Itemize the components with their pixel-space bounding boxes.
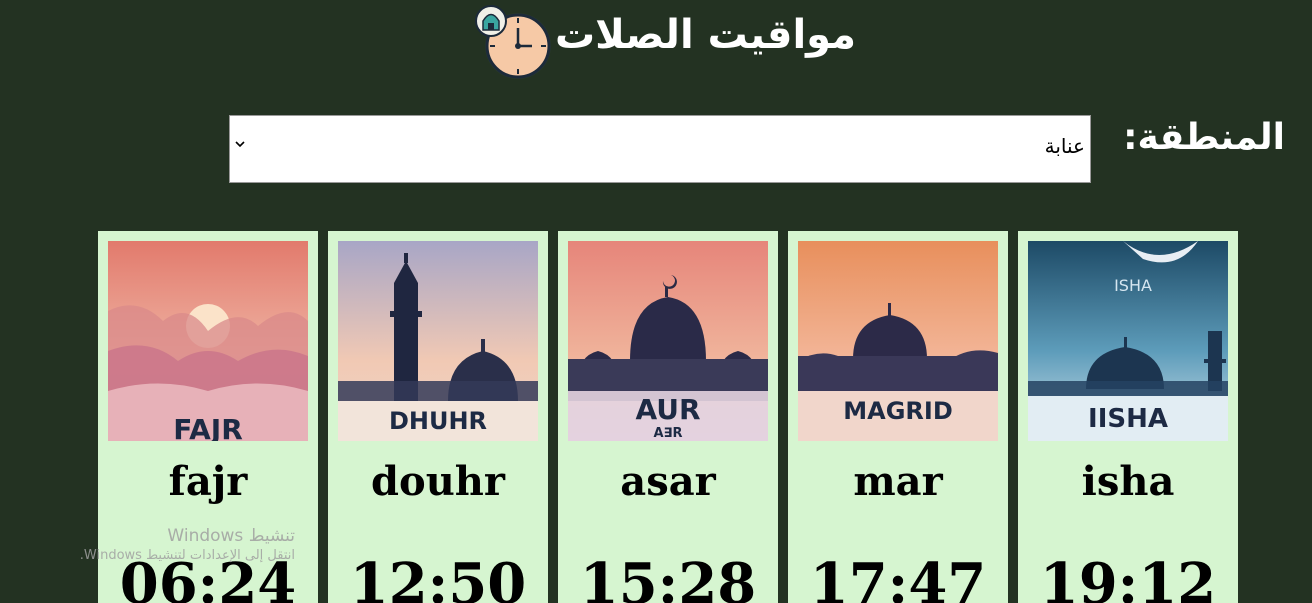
prayer-name: mar	[853, 458, 943, 505]
prayer-name: asar	[620, 458, 716, 505]
card-image-top-text: ISHA	[1114, 276, 1152, 295]
prayer-time: 12:50	[349, 551, 527, 603]
prayer-name: douhr	[371, 458, 505, 505]
prayer-times-page: مواقيت الصلات المنطقة: عنابة FAJR fajr 0…	[0, 0, 1312, 603]
region-select[interactable]: عنابة	[229, 115, 1091, 183]
sunrise-icon: FAJR	[108, 241, 308, 441]
crescent-mosque-icon: AUR A∃R	[568, 241, 768, 441]
prayer-time: 19:12	[1039, 551, 1217, 603]
region-label: المنطقة:	[1123, 117, 1285, 158]
card-image-text: DHUHR	[389, 407, 487, 435]
prayer-card-mar: MAGRID mar 17:47	[788, 231, 1008, 603]
region-selector-row: المنطقة: عنابة	[0, 112, 1312, 187]
prayer-card-asar: AUR A∃R asar 15:28	[558, 231, 778, 603]
mosque-clock-icon	[474, 2, 556, 82]
region-selected-value: عنابة	[1044, 134, 1085, 158]
prayer-time: 15:28	[579, 551, 757, 603]
card-image-text: AUR	[635, 393, 700, 426]
prayer-name: fajr	[168, 458, 248, 505]
card-image-text: IISHA	[1088, 404, 1168, 434]
mosque-sunset-icon: MAGRID	[798, 241, 998, 441]
prayer-card-douhr: DHUHR douhr 12:50	[328, 231, 548, 603]
prayer-cards: FAJR fajr 06:24 DHUHR douhr 12:50 AUR A∃…	[98, 231, 1238, 603]
card-image-subtext: A∃R	[654, 426, 683, 441]
card-image-text: MAGRID	[843, 397, 953, 425]
card-image-text: FAJR	[173, 413, 243, 441]
prayer-time: 17:47	[809, 551, 987, 603]
prayer-card-fajr: FAJR fajr 06:24	[98, 231, 318, 603]
moon-mosque-icon: ISHA IISHA	[1028, 241, 1228, 441]
minaret-icon: DHUHR	[338, 241, 538, 441]
chevron-down-icon	[235, 137, 245, 151]
header: مواقيت الصلات	[0, 0, 1312, 90]
prayer-name: isha	[1081, 458, 1175, 505]
prayer-card-isha: ISHA IISHA isha 19:12	[1018, 231, 1238, 603]
prayer-time: 06:24	[119, 551, 297, 603]
page-title: مواقيت الصلات	[554, 12, 856, 58]
